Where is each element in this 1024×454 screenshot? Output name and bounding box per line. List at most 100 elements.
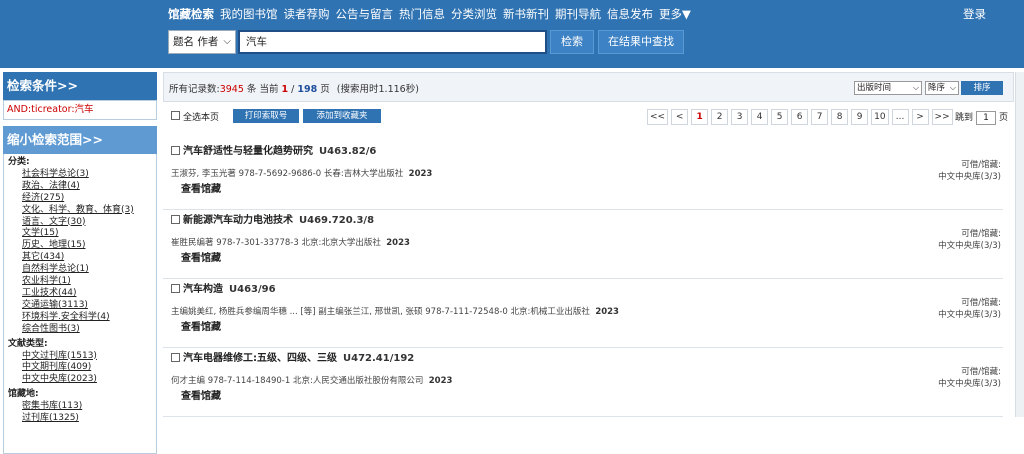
login-link[interactable]: 登录 bbox=[963, 6, 986, 22]
results-toolbar: 全选本页 打印索取号 添加到收藏夹 << < 1 2 3 4 5 6 7 8 9… bbox=[163, 108, 1014, 126]
facet-item[interactable]: 语言、文字(30) bbox=[8, 217, 152, 229]
result-record: 新能源汽车动力电池技术 U469.720.3/8 崔胜民编著 978-7-301-… bbox=[163, 211, 1003, 279]
facet-item[interactable]: 中文期刊库(409) bbox=[8, 362, 152, 374]
jump-input[interactable]: 1 bbox=[976, 111, 997, 125]
search-field-value: 题名 作者 bbox=[173, 36, 219, 48]
facet-item[interactable]: 交通运输(3113) bbox=[8, 300, 152, 312]
search-button[interactable]: 检索 bbox=[550, 30, 594, 54]
page-1[interactable]: 1 bbox=[691, 109, 709, 125]
nav-hot-info[interactable]: 热门信息 bbox=[399, 6, 445, 22]
view-holdings-link[interactable]: 查看馆藏 bbox=[181, 180, 221, 195]
facet-item[interactable]: 社会科学总论(3) bbox=[8, 169, 152, 181]
page-next[interactable]: > bbox=[911, 109, 929, 125]
search-input[interactable]: 汽车 bbox=[238, 30, 547, 54]
avail-label: 可借/馆藏: bbox=[961, 160, 1001, 170]
page-7[interactable]: 7 bbox=[811, 109, 829, 125]
results-summary: 所有记录数:3945 条 当前 1 / 198 页 (搜索用时1.116秒) bbox=[169, 81, 419, 95]
facet-item[interactable]: 工业技术(44) bbox=[8, 288, 152, 300]
view-holdings-link[interactable]: 查看馆藏 bbox=[181, 249, 221, 264]
facet-item[interactable]: 中文中央库(2023) bbox=[8, 374, 152, 386]
page-6[interactable]: 6 bbox=[791, 109, 809, 125]
record-title[interactable]: 汽车舒适性与轻量化趋势研究 U463.82/6 bbox=[171, 142, 376, 157]
select-all-checkbox[interactable] bbox=[171, 111, 180, 120]
sort-order-value: 降序 bbox=[928, 83, 946, 93]
nav-new-books[interactable]: 新书新刊 bbox=[503, 6, 549, 22]
record-title[interactable]: 汽车电器维修工:五级、四级、三级 U472.41/192 bbox=[171, 349, 414, 364]
facet-item[interactable]: 历史、地理(15) bbox=[8, 240, 152, 252]
record-checkbox[interactable] bbox=[171, 146, 180, 155]
record-meta-text: 王淑芬, 李玉光著 978-7-5692-9686-0 长春:吉林大学出版社 bbox=[171, 169, 404, 179]
facet-item[interactable]: 其它(434) bbox=[8, 252, 152, 264]
avail-label: 可借/馆藏: bbox=[961, 298, 1001, 308]
record-callno: U463/96 bbox=[229, 284, 276, 295]
facet-item[interactable]: 综合性图书(3) bbox=[8, 324, 152, 336]
page-3[interactable]: 3 bbox=[731, 109, 749, 125]
nav-info-publish[interactable]: 信息发布 bbox=[607, 6, 653, 22]
facet-list: 分类: 社会科学总论(3) 政治、法律(4) 经济(275) 文化、科学、教育、… bbox=[3, 154, 157, 454]
facet-item[interactable]: 自然科学总论(1) bbox=[8, 264, 152, 276]
nav-reader-recommend[interactable]: 读者荐购 bbox=[284, 6, 330, 22]
record-title[interactable]: 汽车构造 U463/96 bbox=[171, 280, 276, 295]
facet-item[interactable]: 文化、科学、教育、体育(3) bbox=[8, 205, 152, 217]
sort-order-select[interactable]: 降序 ⌵ bbox=[925, 81, 959, 95]
print-callno-button[interactable]: 打印索取号 bbox=[233, 109, 299, 123]
page-5[interactable]: 5 bbox=[771, 109, 789, 125]
nav-collection-search[interactable]: 馆藏检索 bbox=[168, 6, 214, 22]
record-callno: U472.41/192 bbox=[343, 353, 415, 364]
page-prev[interactable]: < bbox=[671, 109, 689, 125]
record-meta-text: 崔胜民编著 978-7-301-33778-3 北京:北京大学出版社 bbox=[171, 238, 381, 248]
page-10[interactable]: 10 bbox=[871, 109, 889, 125]
avail-label: 可借/馆藏: bbox=[961, 367, 1001, 377]
page-9[interactable]: 9 bbox=[851, 109, 869, 125]
nav-my-library[interactable]: 我的图书馆 bbox=[220, 6, 278, 22]
record-availability: 可借/馆藏: 中文中央库(3/3) bbox=[938, 159, 1001, 183]
facet-item[interactable]: 经济(275) bbox=[8, 193, 152, 205]
avail-label: 可借/馆藏: bbox=[961, 229, 1001, 239]
record-title-text[interactable]: 新能源汽车动力电池技术 bbox=[183, 215, 293, 226]
record-year: 2023 bbox=[595, 307, 619, 317]
facet-item[interactable]: 政治、法律(4) bbox=[8, 181, 152, 193]
page-last[interactable]: >> bbox=[931, 109, 953, 125]
search-within-results-button[interactable]: 在结果中查找 bbox=[598, 30, 684, 54]
search-field-select[interactable]: 题名 作者 ⌵ bbox=[168, 30, 236, 54]
facet-item[interactable]: 环境科学.安全科学(4) bbox=[8, 312, 152, 324]
select-all-label: 全选本页 bbox=[183, 113, 220, 123]
record-checkbox[interactable] bbox=[171, 284, 180, 293]
facet-item[interactable]: 中文过刊库(1513) bbox=[8, 351, 152, 363]
sort-field-select[interactable]: 出版时间 ⌵ bbox=[854, 81, 922, 95]
add-favorites-button[interactable]: 添加到收藏夹 bbox=[303, 109, 381, 123]
page-4[interactable]: 4 bbox=[751, 109, 769, 125]
nav-journal-guide[interactable]: 期刊导航 bbox=[555, 6, 601, 22]
page-2[interactable]: 2 bbox=[711, 109, 729, 125]
nav-category-browse[interactable]: 分类浏览 bbox=[451, 6, 497, 22]
facet-item[interactable]: 文学(15) bbox=[8, 228, 152, 240]
view-holdings-link[interactable]: 查看馆藏 bbox=[181, 318, 221, 333]
page-separator: / bbox=[291, 84, 295, 95]
record-checkbox[interactable] bbox=[171, 353, 180, 362]
nav-more[interactable]: 更多▼ bbox=[659, 6, 691, 22]
record-title-text[interactable]: 汽车构造 bbox=[183, 284, 223, 295]
facet-item[interactable]: 农业科学(1) bbox=[8, 276, 152, 288]
facet-item[interactable]: 密集书库(113) bbox=[8, 401, 152, 413]
record-availability: 可借/馆藏: 中文中央库(3/3) bbox=[938, 228, 1001, 252]
record-year: 2023 bbox=[428, 376, 453, 386]
total-label: 所有记录数: bbox=[169, 84, 220, 95]
view-holdings-link[interactable]: 查看馆藏 bbox=[181, 387, 221, 402]
result-record: 汽车电器维修工:五级、四级、三级 U472.41/192 何才主编 978-7-1… bbox=[163, 349, 1003, 417]
nav-announcements[interactable]: 公告与留言 bbox=[336, 6, 394, 22]
page-ellipsis: ... bbox=[891, 109, 909, 125]
unit-label: 条 当前 bbox=[246, 84, 279, 95]
facet-item[interactable]: 过刊库(1325) bbox=[8, 413, 152, 425]
record-title-text[interactable]: 汽车舒适性与轻量化趋势研究 bbox=[183, 146, 313, 157]
page-8[interactable]: 8 bbox=[831, 109, 849, 125]
record-title[interactable]: 新能源汽车动力电池技术 U469.720.3/8 bbox=[171, 211, 374, 226]
sort-field-value: 出版时间 bbox=[857, 83, 892, 93]
sort-button[interactable]: 排序 bbox=[961, 81, 1003, 95]
record-title-text[interactable]: 汽车电器维修工:五级、四级、三级 bbox=[183, 353, 337, 364]
avail-value: 中文中央库(3/3) bbox=[938, 172, 1001, 182]
total-pages: 198 bbox=[297, 84, 318, 95]
facet-group-title: 馆藏地: bbox=[8, 389, 39, 400]
scrollbar[interactable] bbox=[1015, 72, 1024, 417]
record-checkbox[interactable] bbox=[171, 215, 180, 224]
page-first[interactable]: << bbox=[647, 109, 669, 125]
